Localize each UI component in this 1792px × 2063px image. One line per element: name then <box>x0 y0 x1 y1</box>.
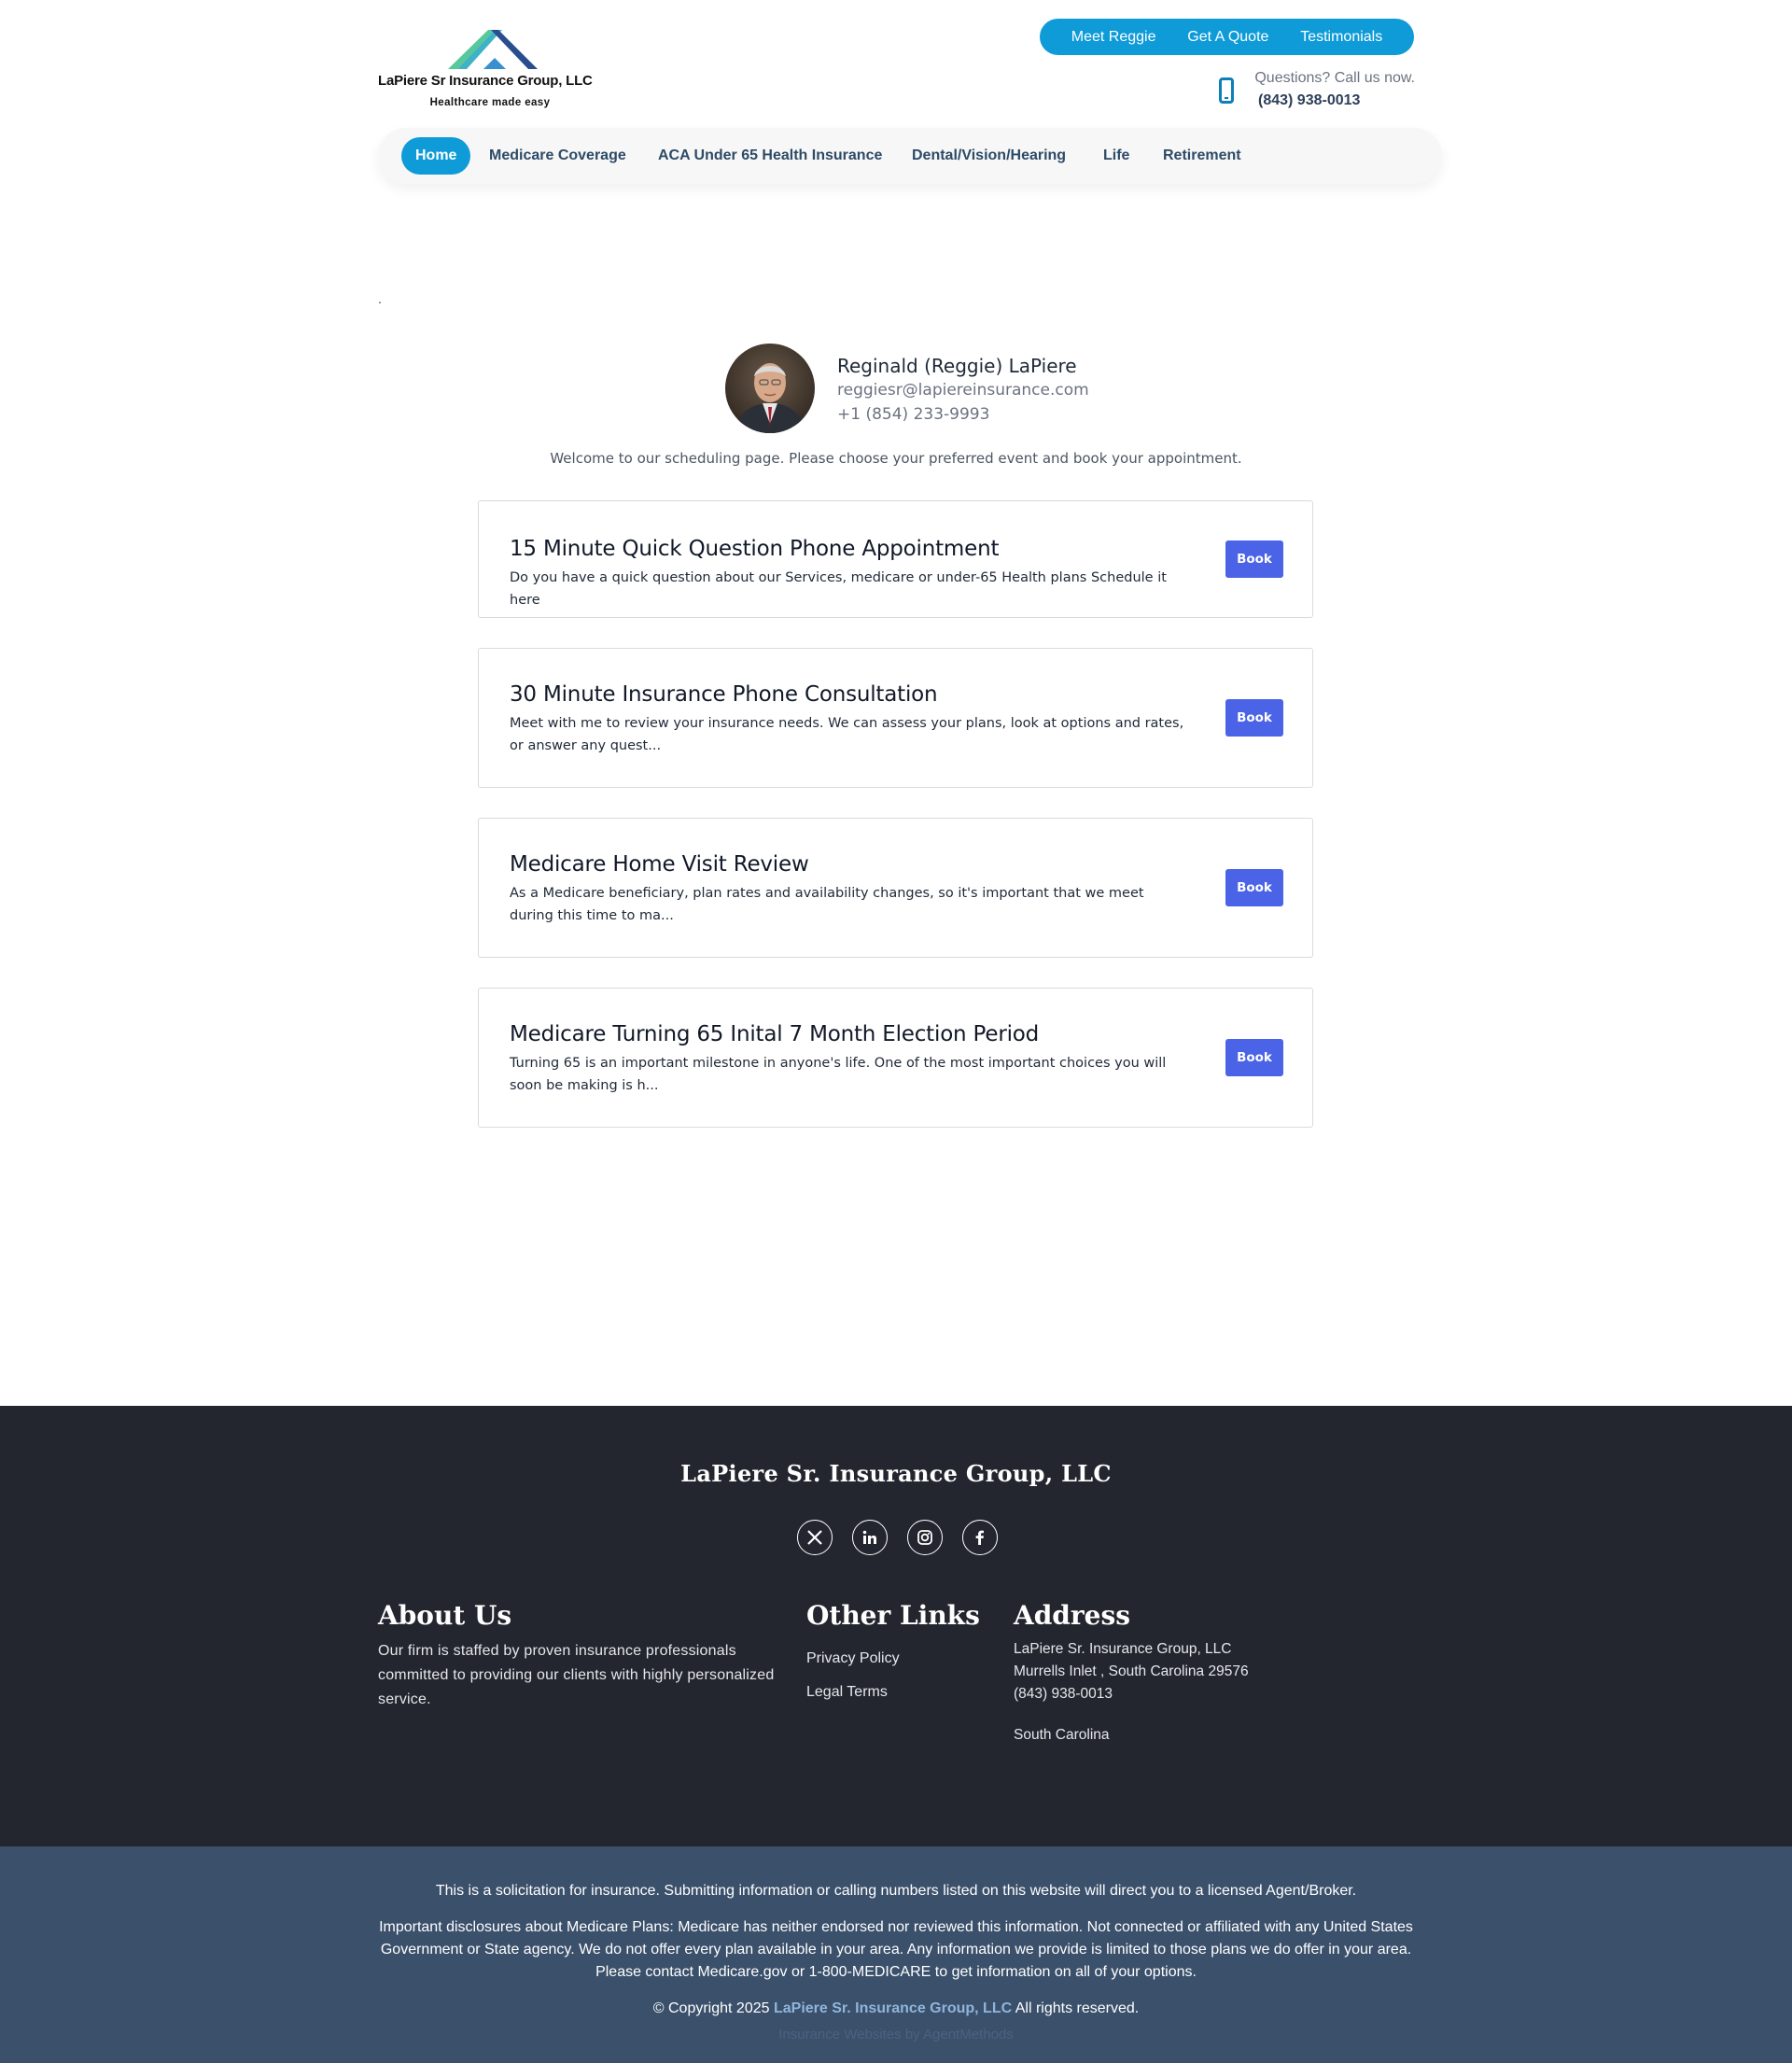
agent-name: Reginald (Reggie) LaPiere <box>837 355 1077 377</box>
nav-aca-under-65[interactable]: ACA Under 65 Health Insurance <box>644 137 896 175</box>
nav-medicare-coverage[interactable]: Medicare Coverage <box>475 137 640 175</box>
mobile-phone-icon <box>1219 77 1234 104</box>
book-button[interactable]: Book <box>1225 540 1283 578</box>
legal-disclaimer: This is a solicitation for insurance. Su… <box>0 1846 1792 2063</box>
about-heading: About Us <box>378 1600 512 1631</box>
main-navigation: Home Medicare Coverage ACA Under 65 Heal… <box>378 128 1442 184</box>
x-social-link[interactable] <box>797 1520 833 1555</box>
facebook-icon <box>975 1530 984 1545</box>
about-text: Our firm is staffed by proven insurance … <box>378 1643 775 1707</box>
solicitation-notice: This is a solicitation for insurance. Su… <box>435 1883 1357 1899</box>
event-title: Medicare Turning 65 Inital 7 Month Elect… <box>510 1022 1040 1046</box>
address-company: LaPiere Sr. Insurance Group, LLC <box>1014 1641 1232 1657</box>
address-city: Murrells Inlet , South Carolina 29576 <box>1014 1663 1249 1679</box>
book-button[interactable]: Book <box>1225 699 1283 737</box>
roof-logo-icon <box>448 30 538 69</box>
book-button[interactable]: Book <box>1225 869 1283 906</box>
stray-text: . <box>378 291 382 306</box>
x-icon <box>807 1530 822 1545</box>
event-title: 15 Minute Quick Question Phone Appointme… <box>510 537 1000 561</box>
site-logo[interactable]: LaPiere Sr Insurance Group, LLC Healthca… <box>378 26 602 114</box>
nav-home[interactable]: Home <box>401 137 471 175</box>
event-description: Turning 65 is an important milestone in … <box>510 1056 1167 1093</box>
other-links-heading: Other Links <box>806 1600 980 1631</box>
medicare-disclosure: Important disclosures about Medicare Pla… <box>379 1919 1413 1980</box>
site-footer: LaPiere Sr. Insurance Group, LLC About U… <box>0 1406 1792 1846</box>
linkedin-social-link[interactable] <box>852 1520 888 1555</box>
logo-company-name: LaPiere Sr Insurance Group, LLC <box>378 73 593 89</box>
address-phone[interactable]: (843) 938-0013 <box>1014 1686 1113 1703</box>
agent-avatar <box>725 344 815 433</box>
instagram-icon <box>917 1530 932 1545</box>
copyright-line: © Copyright 2025 LaPiere Sr. Insurance G… <box>378 1998 1414 2020</box>
book-button[interactable]: Book <box>1225 1039 1283 1076</box>
header-phone-number[interactable]: (843) 938-0013 <box>1258 92 1360 109</box>
linkedin-icon <box>862 1530 876 1544</box>
header-phone[interactable]: Questions? Call us now. (843) 938-0013 <box>1219 70 1415 117</box>
instagram-social-link[interactable] <box>907 1520 943 1555</box>
event-card: 15 Minute Quick Question Phone Appointme… <box>478 500 1313 618</box>
nav-dental-vision-hearing[interactable]: Dental/Vision/Hearing <box>898 137 1080 175</box>
agent-email[interactable]: reggiesr@lapiereinsurance.com <box>837 381 1089 400</box>
address-state: South Carolina <box>1014 1727 1110 1743</box>
copyright-brand-link[interactable]: LaPiere Sr. Insurance Group, LLC <box>774 2000 1012 2016</box>
get-a-quote-link[interactable]: Get A Quote <box>1187 29 1268 46</box>
copyright-prefix: © Copyright 2025 <box>652 2000 770 2016</box>
event-card: Medicare Home Visit Review As a Medicare… <box>478 818 1313 958</box>
logo-tagline: Healthcare made easy <box>429 97 551 108</box>
welcome-message: Welcome to our scheduling page. Please c… <box>550 450 1242 467</box>
facebook-social-link[interactable] <box>962 1520 998 1555</box>
event-title: 30 Minute Insurance Phone Consultation <box>510 682 938 707</box>
legal-terms-link[interactable]: Legal Terms <box>806 1684 888 1701</box>
phone-prompt: Questions? Call us now. <box>1254 70 1415 86</box>
nav-life[interactable]: Life <box>1089 137 1143 175</box>
event-description: As a Medicare beneficiary, plan rates an… <box>510 886 1144 923</box>
event-description: Meet with me to review your insurance ne… <box>510 716 1184 753</box>
event-title: Medicare Home Visit Review <box>510 852 809 877</box>
event-card: 30 Minute Insurance Phone Consultation M… <box>478 648 1313 788</box>
agent-photo-icon <box>725 344 815 433</box>
meet-reggie-link[interactable]: Meet Reggie <box>1071 29 1156 46</box>
website-credit-link[interactable]: Insurance Websites by AgentMethods <box>0 2027 1792 2042</box>
address-heading: Address <box>1014 1600 1130 1631</box>
footer-brand: LaPiere Sr. Insurance Group, LLC <box>680 1460 1112 1487</box>
nav-retirement[interactable]: Retirement <box>1149 137 1255 175</box>
agent-phone[interactable]: +1 (854) 233-9993 <box>837 405 989 424</box>
event-description: Do you have a quick question about our S… <box>510 570 1167 608</box>
copyright-suffix: All rights reserved. <box>1015 2000 1140 2016</box>
event-card: Medicare Turning 65 Inital 7 Month Elect… <box>478 988 1313 1128</box>
privacy-policy-link[interactable]: Privacy Policy <box>806 1650 900 1667</box>
testimonials-link[interactable]: Testimonials <box>1300 29 1382 46</box>
top-links-bar: Meet Reggie Get A Quote Testimonials <box>1040 19 1414 55</box>
